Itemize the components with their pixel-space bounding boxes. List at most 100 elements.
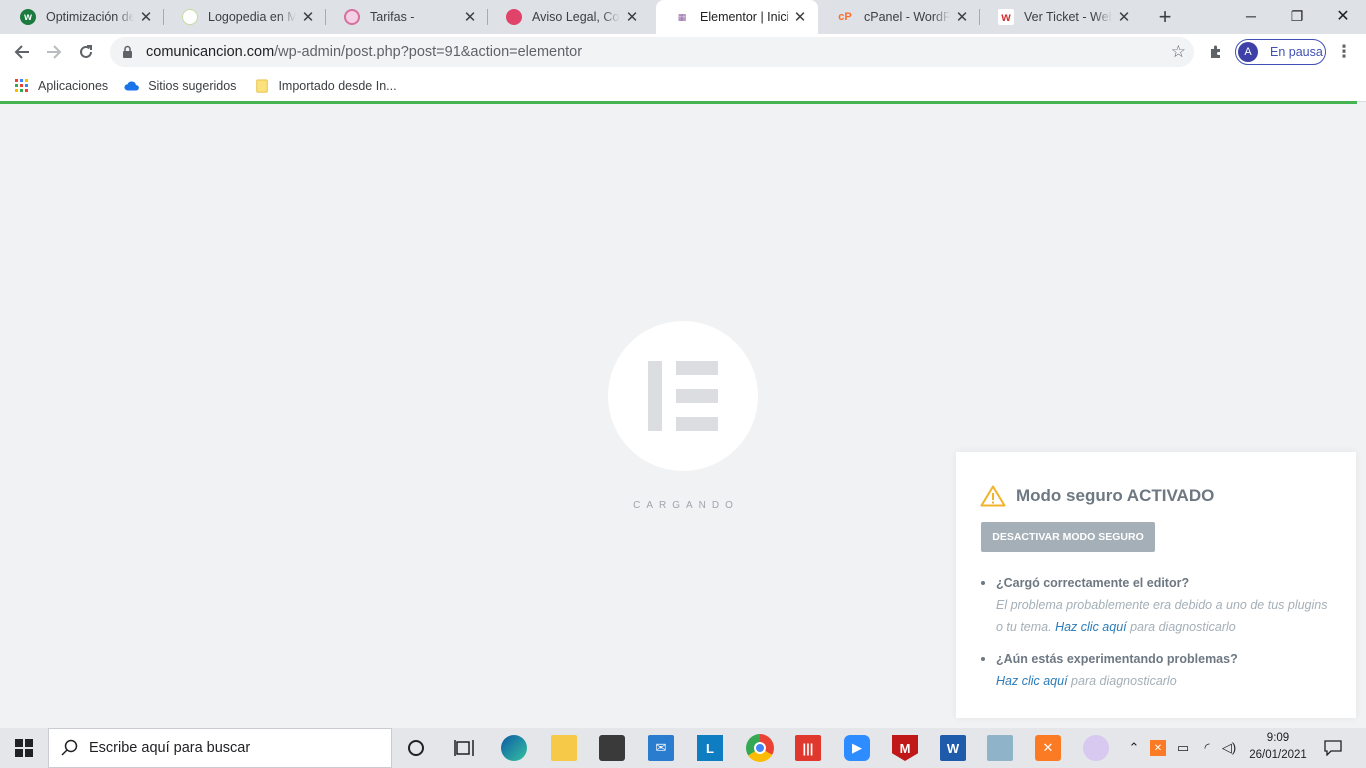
folder-icon	[256, 78, 269, 93]
safe-mode-panel: Modo seguro ACTIVADO DESACTIVAR MODO SEG…	[956, 452, 1356, 718]
browser-toolbar: comunicancion.com/wp-admin/post.php?post…	[0, 34, 1366, 70]
bookmark-imported-folder[interactable]: Importado desde In...	[254, 78, 397, 93]
battery-icon[interactable]: ▭	[1174, 738, 1192, 758]
disable-safe-mode-button[interactable]: DESACTIVAR MODO SEGURO	[981, 522, 1155, 552]
tab-favicon	[344, 9, 360, 25]
notifications-icon[interactable]	[1322, 738, 1344, 758]
apps-grid-icon	[15, 78, 28, 92]
diagnose-link[interactable]: Haz clic aquí	[996, 674, 1068, 688]
paint-icon[interactable]	[1083, 735, 1109, 761]
tab-title: Tarifas -	[370, 10, 415, 24]
back-button[interactable]	[8, 38, 36, 66]
tab-tarifas[interactable]: Tarifas - ✕	[326, 0, 488, 34]
profile-status: En pausa	[1270, 45, 1323, 59]
task-view-icon[interactable]	[451, 735, 477, 761]
arrow-left-icon	[14, 45, 29, 59]
chevron-up-icon[interactable]: ⌃	[1126, 738, 1142, 758]
bookmarks-bar: Aplicaciones Sitios sugeridos Importado …	[0, 70, 1366, 101]
tab-favicon	[182, 9, 198, 25]
bookmark-label: Sitios sugeridos	[148, 78, 237, 93]
bookmark-apps[interactable]: Aplicaciones	[14, 78, 109, 93]
chrome-icon[interactable]	[746, 734, 774, 762]
extensions-puzzle-icon[interactable]	[1206, 42, 1226, 62]
bookmark-label: Aplicaciones	[38, 78, 109, 93]
diagnose-link[interactable]: Haz clic aquí	[1055, 620, 1127, 634]
cloud-icon	[124, 81, 140, 90]
tab-favicon: cP	[838, 11, 852, 23]
start-button[interactable]	[0, 728, 48, 768]
tab-title: cPanel - WordPres	[864, 10, 950, 24]
warning-icon	[980, 485, 1006, 507]
cortana-icon[interactable]	[403, 735, 429, 761]
safe-mode-header: Modo seguro ACTIVADO	[980, 485, 1214, 507]
close-window-button[interactable]: ✕	[1320, 0, 1366, 32]
tab-title: Logopedia en Mad	[208, 10, 296, 24]
reload-icon	[80, 45, 92, 58]
lock-icon	[122, 45, 136, 59]
list-item: ¿Cargó correctamente el editor? El probl…	[996, 572, 1336, 638]
close-icon[interactable]: ✕	[792, 9, 808, 26]
taskbar-search-box[interactable]: Escribe aquí para buscar	[48, 728, 392, 768]
help-question: ¿Aún estás experimentando problemas?	[996, 652, 1238, 666]
bookmark-suggested[interactable]: Sitios sugeridos	[124, 79, 236, 93]
tab-optimizacion[interactable]: w Optimización de n ✕	[2, 0, 164, 34]
mail-icon[interactable]: ✉	[648, 735, 674, 761]
app-red-icon[interactable]: |||	[795, 735, 821, 761]
word-icon[interactable]: W	[940, 735, 966, 761]
elementor-logo-bar	[648, 361, 662, 431]
close-icon[interactable]: ✕	[300, 9, 316, 26]
app-l-icon[interactable]: L	[697, 735, 723, 761]
clock-time: 9:09	[1266, 732, 1290, 744]
windows-logo-icon	[15, 739, 33, 757]
tab-favicon: w	[20, 9, 36, 25]
store-icon[interactable]	[599, 735, 625, 761]
tab-title: Elementor | Inicio	[700, 10, 788, 24]
edge-icon[interactable]	[501, 735, 527, 761]
search-icon	[61, 739, 78, 756]
tab-logopedia[interactable]: Logopedia en Mad ✕	[164, 0, 326, 34]
close-icon[interactable]: ✕	[954, 9, 970, 26]
xampp-tray-icon[interactable]: ✕	[1150, 740, 1166, 756]
tab-ver-ticket[interactable]: w Ver Ticket - Weber ✕	[980, 0, 1142, 34]
new-tab-button[interactable]: +	[1152, 4, 1178, 30]
tab-title: Aviso Legal, Cooki	[532, 10, 620, 24]
help-question: ¿Cargó correctamente el editor?	[996, 576, 1190, 590]
search-placeholder: Escribe aquí para buscar	[89, 740, 251, 756]
page-load-progress-bar	[0, 101, 1357, 104]
close-icon[interactable]: ✕	[462, 9, 478, 26]
tab-favicon: ▦	[674, 9, 690, 25]
elementor-logo-bar	[676, 417, 718, 431]
file-explorer-icon[interactable]	[551, 735, 577, 761]
minimize-button[interactable]: ─	[1228, 0, 1274, 32]
elementor-logo-loader	[608, 321, 758, 471]
help-answer-text: para diagnosticarlo	[1067, 674, 1177, 688]
tab-cpanel[interactable]: cP cPanel - WordPres ✕	[818, 0, 980, 34]
close-icon[interactable]: ✕	[138, 9, 154, 26]
xampp-icon[interactable]: ✕	[1035, 735, 1061, 761]
restore-button[interactable]: ❐	[1274, 0, 1320, 32]
list-item: ¿Aún estás experimentando problemas? Haz…	[996, 648, 1336, 692]
forward-button[interactable]	[40, 38, 68, 66]
taskbar: Escribe aquí para buscar ✉ L ||| ▶ M W ✕…	[0, 728, 1366, 768]
system-clock[interactable]: 9:09 26/01/2021	[1240, 730, 1316, 764]
tab-aviso-legal[interactable]: Aviso Legal, Cooki ✕	[488, 0, 650, 34]
zoom-icon[interactable]: ▶	[844, 735, 870, 761]
bookmark-star-icon[interactable]: ☆	[1171, 42, 1186, 62]
close-icon[interactable]: ✕	[624, 9, 640, 26]
kebab-menu-icon[interactable]: ⋮	[1336, 42, 1353, 62]
mcafee-icon[interactable]: M	[892, 735, 918, 761]
wifi-icon[interactable]: ◜	[1198, 738, 1216, 758]
arrow-right-icon	[47, 45, 62, 59]
close-icon[interactable]: ✕	[1116, 9, 1132, 26]
tab-favicon	[506, 9, 522, 25]
url-host: comunicancion.com	[146, 44, 275, 60]
tab-title: Optimización de n	[46, 10, 134, 24]
volume-icon[interactable]: ◁)	[1220, 738, 1238, 758]
profile-button[interactable]: A En pausa	[1235, 39, 1326, 65]
app-notepad-icon[interactable]	[987, 735, 1013, 761]
address-bar[interactable]: comunicancion.com/wp-admin/post.php?post…	[110, 37, 1194, 67]
reload-button[interactable]	[72, 38, 100, 66]
elementor-logo-bar	[676, 389, 718, 403]
tab-elementor[interactable]: ▦ Elementor | Inicio ✕	[656, 0, 818, 34]
bookmark-label: Importado desde In...	[278, 78, 397, 93]
